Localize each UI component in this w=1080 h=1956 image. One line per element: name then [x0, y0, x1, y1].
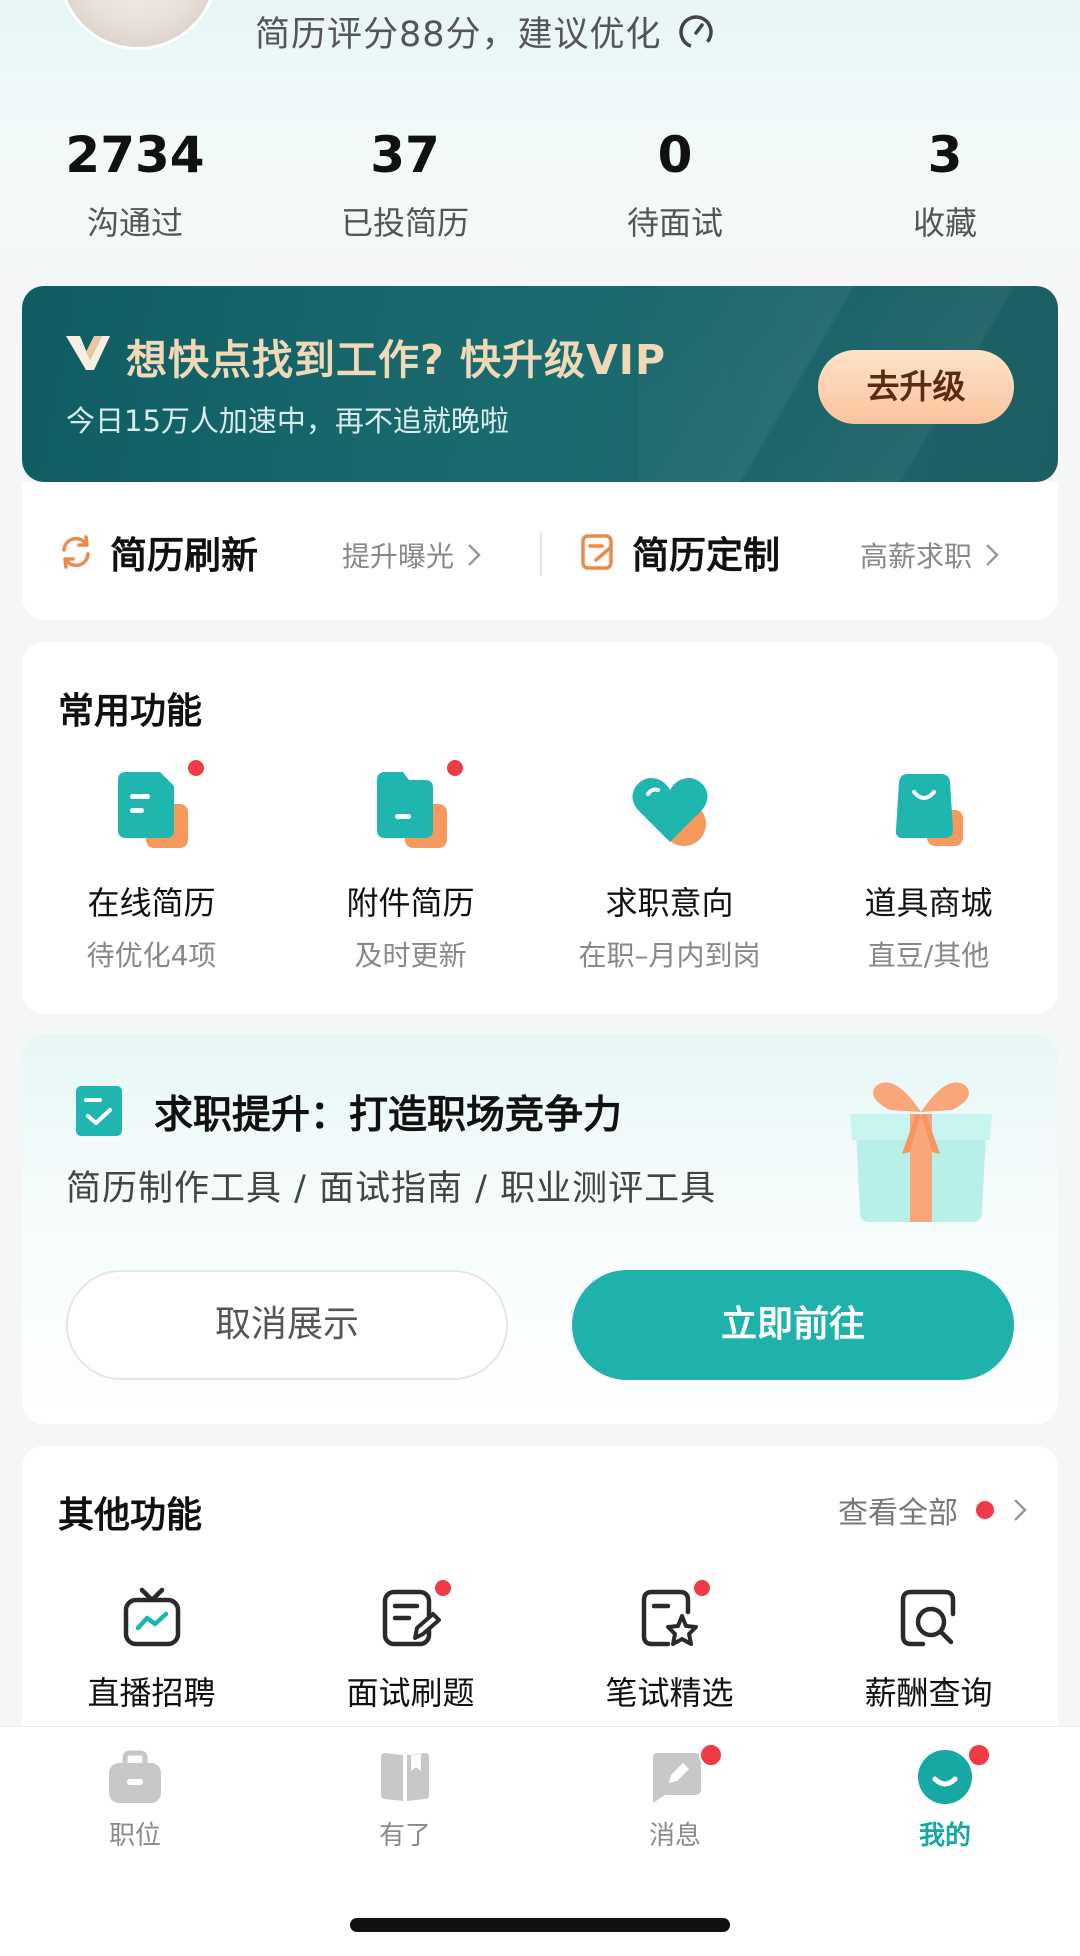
tab-label: 职位: [108, 1821, 161, 1851]
other-functions-card: 其他功能 查看全部 直播招聘 面试刷题 笔试精选 薪酬查询: [22, 1446, 1058, 1746]
view-all-text: 查看全部: [838, 1496, 958, 1531]
vip-banner[interactable]: 想快点找到工作? 快升级VIP 今日15万人加速中，再不追就晚啦 去升级: [22, 286, 1058, 482]
item-name: 附件简历: [346, 884, 475, 922]
stats-row: 2734 沟通过 37 已投简历 0 待面试 3 收藏: [0, 120, 1080, 250]
vip-subtitle: 今日15万人加速中，再不追就晚啦: [66, 404, 509, 438]
promo-subtitle: 简历制作工具 / 面试指南 / 职业测评工具: [66, 1169, 717, 1209]
stat-value: 37: [370, 126, 440, 184]
resume-score-text: 简历评分88分，建议优化: [255, 15, 662, 55]
gauge-icon: [678, 14, 713, 49]
notification-dot: [185, 758, 206, 778]
tab-label: 我的: [918, 1821, 971, 1851]
common-functions-grid: 在线简历 待优化4项 附件简历 及时更新 求职意向 在职–月内到岗 道具商城 直…: [22, 758, 1058, 974]
stat-label: 已投简历: [340, 204, 469, 242]
edit-document-icon: [382, 1589, 441, 1647]
home-indicator: [350, 1918, 730, 1932]
stat-applied[interactable]: 37 已投简历: [270, 120, 540, 250]
item-name: 笔试精选: [605, 1674, 734, 1712]
resume-actions-card: 简历刷新 提升曝光 简历定制 高薪求职: [22, 482, 1058, 620]
custom-resume-icon: [581, 534, 613, 570]
notification-dot: [691, 1578, 712, 1598]
other-item-interview-practice[interactable]: 面试刷题: [281, 1578, 540, 1714]
item-name: 面试刷题: [346, 1674, 475, 1712]
checklist-icon: [76, 1086, 122, 1136]
go-now-button[interactable]: 立即前往: [572, 1270, 1014, 1380]
resume-score-link[interactable]: 简历评分88分，建议优化: [255, 6, 716, 57]
resume-refresh-link-text: 提升曝光: [342, 540, 455, 573]
item-name: 道具商城: [864, 884, 993, 922]
item-name: 在线简历: [87, 884, 216, 922]
divider: [540, 532, 542, 576]
stat-communicated[interactable]: 2734 沟通过: [0, 120, 270, 250]
resume-custom-title: 简历定制: [632, 534, 780, 577]
briefcase-icon: [109, 1750, 161, 1803]
tab-mine[interactable]: 我的: [810, 1743, 1080, 1852]
section-title: 其他功能: [58, 1495, 203, 1536]
live-tv-icon: [123, 1587, 180, 1647]
notification-dot: [699, 1743, 723, 1767]
tab-label: 消息: [648, 1821, 701, 1851]
item-subtitle: 直豆/其他: [867, 939, 990, 972]
resume-custom[interactable]: 简历定制: [578, 526, 780, 578]
stat-label: 收藏: [912, 204, 977, 242]
cancel-display-button[interactable]: 取消展示: [66, 1270, 508, 1380]
common-item-job-intention[interactable]: 求职意向 在职–月内到岗: [540, 764, 799, 974]
item-subtitle: 待优化4项: [86, 939, 217, 972]
view-all-link[interactable]: 查看全部: [838, 1488, 1028, 1532]
notification-dot: [967, 1743, 991, 1767]
message-icon: [653, 1753, 701, 1803]
profile-smile-icon: [918, 1750, 972, 1804]
resume-refresh-title: 简历刷新: [110, 534, 258, 577]
vip-logo-icon: [66, 336, 110, 370]
tab-label: 有了: [378, 1821, 431, 1851]
stat-label: 待面试: [626, 204, 723, 242]
item-name: 直播招聘: [87, 1674, 216, 1712]
chevron-right-icon: [1014, 1499, 1027, 1521]
promo-title: 求职提升：打造职场竞争力: [154, 1093, 623, 1138]
book-icon: [381, 1753, 429, 1801]
stat-value: 0: [657, 126, 693, 184]
notification-dot: [444, 758, 465, 778]
online-resume-icon: [117, 772, 188, 848]
notification-dot: [976, 1501, 994, 1519]
other-functions-grid: 直播招聘 面试刷题 笔试精选 薪酬查询: [22, 1578, 1058, 1714]
resume-refresh-link[interactable]: 提升曝光: [342, 535, 482, 575]
other-item-written-test[interactable]: 笔试精选: [540, 1578, 799, 1714]
tab-jobs[interactable]: 职位: [0, 1749, 270, 1852]
common-item-attachment-resume[interactable]: 附件简历 及时更新: [281, 758, 540, 974]
career-promo-card: 求职提升：打造职场竞争力 简历制作工具 / 面试指南 / 职业测评工具 取消展示…: [22, 1034, 1058, 1424]
chevron-right-icon: [986, 544, 999, 566]
resume-custom-link-text: 高薪求职: [860, 540, 973, 573]
vip-title: 想快点找到工作? 快升级VIP: [126, 336, 667, 384]
chevron-right-icon: [468, 544, 481, 566]
refresh-icon: [62, 535, 90, 569]
stat-interviews[interactable]: 0 待面试: [540, 120, 810, 250]
common-item-online-resume[interactable]: 在线简历 待优化4项: [22, 758, 281, 974]
common-functions-card: 常用功能 在线简历 待优化4项 附件简历 及时更新 求职意向 在职–月内到岗 道…: [22, 642, 1058, 1014]
common-item-shop[interactable]: 道具商城 直豆/其他: [799, 764, 1058, 974]
stat-value: 2734: [65, 126, 205, 184]
shop-bag-icon: [895, 774, 963, 846]
tab-youle[interactable]: 有了: [270, 1749, 540, 1852]
item-subtitle: 及时更新: [354, 939, 467, 972]
job-intention-icon: [631, 778, 708, 846]
upgrade-button[interactable]: 去升级: [818, 350, 1014, 424]
stat-favorites[interactable]: 3 收藏: [810, 120, 1080, 250]
section-title: 常用功能: [58, 691, 203, 732]
stat-label: 沟通过: [86, 204, 183, 242]
tab-messages[interactable]: 消息: [540, 1743, 810, 1852]
search-document-icon: [900, 1589, 955, 1647]
notification-dot: [432, 1578, 453, 1598]
resume-custom-link[interactable]: 高薪求职: [860, 535, 1000, 575]
item-name: 薪酬查询: [864, 1674, 993, 1712]
stat-value: 3: [927, 126, 963, 184]
other-item-live-recruit[interactable]: 直播招聘: [22, 1586, 281, 1714]
star-document-icon: [641, 1589, 698, 1647]
item-name: 求职意向: [605, 884, 734, 922]
other-item-salary-query[interactable]: 薪酬查询: [799, 1586, 1058, 1714]
gift-box-icon: [850, 1082, 992, 1222]
item-subtitle: 在职–月内到岗: [578, 939, 761, 972]
resume-refresh[interactable]: 简历刷新: [56, 526, 258, 578]
attachment-resume-icon: [376, 772, 447, 848]
